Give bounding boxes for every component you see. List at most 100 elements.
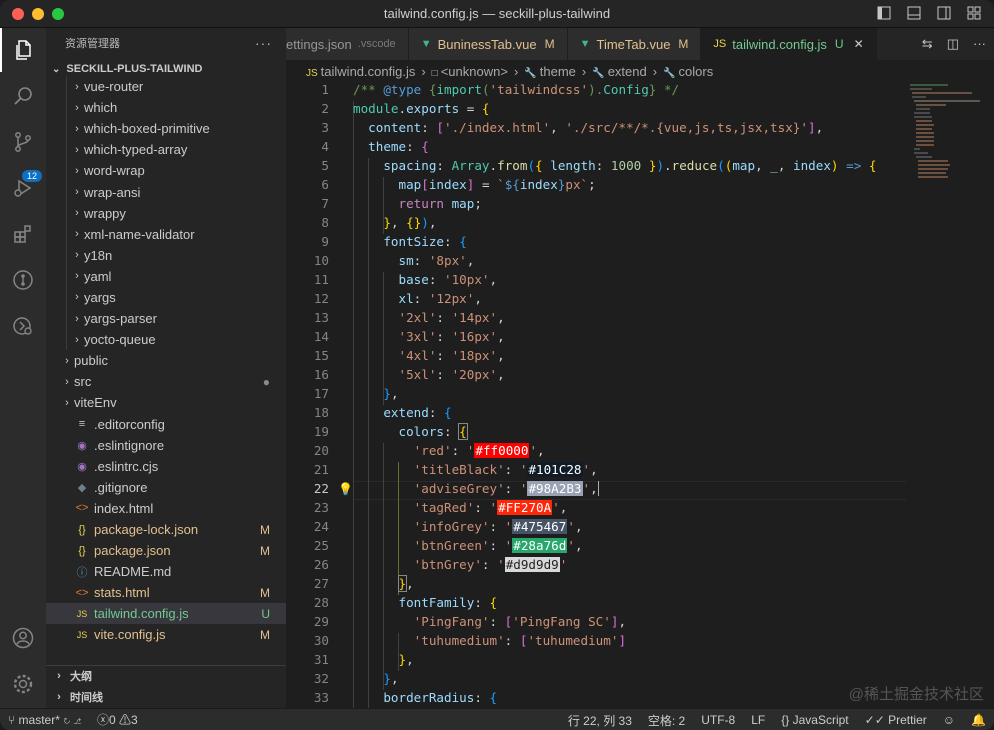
close-window-button[interactable] (12, 8, 24, 20)
minimize-window-button[interactable] (32, 8, 44, 20)
toggle-panel-icon[interactable] (906, 5, 922, 21)
file-tree-item[interactable]: › which-typed-array (46, 139, 286, 161)
settings-gear-icon[interactable] (0, 662, 46, 706)
close-tab-icon[interactable]: ✕ (854, 37, 864, 51)
code-editor[interactable]: 1 2 3 4 5 6 7 8 9 10 11 12 13 14 15 16 17 18 19 20 21 22 23 24 2… (286, 82, 906, 710)
code-line: }, (383, 386, 399, 401)
file-tree-item[interactable]: ≡ .editorconfig (46, 414, 286, 435)
chevron-right-icon: › (75, 249, 79, 262)
timeline-section[interactable]: › 时间线 (46, 687, 286, 708)
source-control-icon[interactable] (0, 120, 46, 164)
code-line: }, (383, 671, 399, 686)
file-tree-item[interactable]: › wrap-ansi (46, 181, 286, 203)
file-tree-item[interactable]: › which (46, 97, 286, 119)
file-tree-item[interactable]: › yargs (46, 286, 286, 309)
code-line: 'PingFang': ['PingFang SC'], (413, 614, 627, 629)
explorer-more-actions-icon[interactable]: ··· (255, 35, 272, 51)
color-swatch-red[interactable]: #ff0000 (474, 443, 530, 458)
breadcrumb-item[interactable]: 🔧 extend (592, 64, 647, 79)
file-tree-item[interactable]: JS vite.config.js M (46, 624, 286, 645)
file-tree-item[interactable]: › vue-router (46, 76, 286, 98)
account-icon[interactable] (0, 616, 46, 660)
editor-tab[interactable]: ettings.json .vscode (286, 28, 409, 60)
prettier-status[interactable]: ✓✓ Prettier (857, 713, 935, 727)
line-number: 24 (313, 519, 329, 534)
file-tree-item[interactable]: › which-boxed-primitive (46, 118, 286, 140)
branch-indicator[interactable]: ⑂ master* ↻ ⎇ (0, 713, 89, 727)
file-tree-item[interactable]: {} package-lock.json M (46, 519, 286, 540)
language-mode[interactable]: {} JavaScript (773, 713, 856, 727)
sync-icon[interactable]: ↻ (63, 713, 70, 727)
code-line: 'tagRed': '#FF270A', (413, 500, 568, 515)
line-number: 9 (321, 234, 329, 249)
search-icon[interactable] (0, 74, 46, 118)
file-tree-item[interactable]: › yargs-parser (46, 308, 286, 330)
outline-section[interactable]: › 大纲 (46, 666, 286, 687)
editor-tab[interactable]: JS tailwind.config.js U ✕ (701, 28, 877, 60)
breadcrumb-item[interactable]: □ <unknown> (432, 64, 508, 79)
chevron-right-icon: › (75, 186, 79, 199)
watermark: @稀土掘金技术社区 (848, 686, 984, 703)
notifications-bell-icon[interactable]: 🔔 (963, 713, 994, 727)
file-tree-item[interactable]: ◉ .eslintrc.cjs (46, 456, 286, 477)
file-tree-item[interactable]: ◉ .eslintignore (46, 435, 286, 456)
explorer-icon[interactable] (0, 28, 46, 72)
file-tree-item[interactable]: <> index.html (46, 498, 286, 519)
toggle-secondary-sidebar-icon[interactable] (936, 5, 952, 21)
split-editor-icon[interactable]: ◫ (947, 36, 959, 52)
file-tree-item[interactable]: <> stats.html M (46, 582, 286, 603)
line-number: 12 (313, 291, 329, 306)
file-tree-label: vite.config.js (94, 627, 166, 643)
file-tree-item[interactable]: {} package.json M (46, 540, 286, 561)
code-line: theme: { (368, 139, 429, 154)
file-tree-label: viteEnv (74, 395, 117, 411)
encoding[interactable]: UTF-8 (693, 713, 743, 727)
file-tree-item[interactable]: › yocto-queue (46, 329, 286, 351)
editor-tab[interactable]: ▼ TimeTab.vue M (567, 28, 702, 60)
breadcrumb-item[interactable]: 🔧 theme (524, 64, 576, 79)
editor-area: ettings.json .vscode ▼ BuninessTab.vue M ▼ Tim… (286, 28, 994, 710)
file-tree-item[interactable]: JS tailwind.config.js U (46, 603, 286, 625)
lightbulb-icon[interactable]: 💡 (338, 482, 353, 496)
color-swatch-tagred[interactable]: #FF270A (497, 500, 553, 515)
color-swatch-btngrey[interactable]: #d9d9d9 (504, 557, 560, 572)
chevron-right-icon: › (75, 333, 79, 346)
git-graph-status-icon[interactable]: ⎇ (74, 713, 81, 727)
customize-layout-icon[interactable] (966, 5, 982, 21)
problems-indicator[interactable]: ⓧ0 ⚠3 (89, 711, 146, 728)
toggle-sidebar-icon[interactable] (876, 5, 892, 21)
file-tree-item[interactable]: › wrappy (46, 202, 286, 224)
tab-label: TimeTab.vue (596, 36, 671, 52)
color-swatch-advisegrey[interactable]: #98A2B3 (527, 481, 583, 496)
git-graph-icon[interactable] (0, 258, 46, 302)
end-of-line[interactable]: LF (743, 713, 773, 727)
indentation[interactable]: 空格: 2 (640, 712, 693, 729)
file-tree-item[interactable]: ◆ .gitignore (46, 477, 286, 498)
code-line: return map; (398, 196, 482, 211)
file-tree-label: which-boxed-primitive (84, 121, 210, 137)
minimap[interactable] (906, 82, 986, 182)
file-tree-item[interactable]: ⓘ README.md (46, 561, 286, 582)
remote-icon[interactable] (0, 304, 46, 348)
run-debug-icon[interactable] (0, 166, 46, 210)
breadcrumb-item[interactable]: JS tailwind.config.js (306, 64, 415, 79)
extensions-icon[interactable] (0, 212, 46, 256)
zoom-window-button[interactable] (52, 8, 64, 20)
file-tree-item[interactable]: › viteEnv (46, 392, 286, 413)
open-changes-icon[interactable]: ⇆ (922, 36, 933, 52)
color-swatch-titleblack[interactable]: #101C28 (527, 462, 583, 477)
color-swatch-btngreen[interactable]: #28a76d (512, 538, 568, 553)
feedback-icon[interactable]: ☺ (935, 713, 963, 727)
color-swatch-infogrey[interactable]: #475467 (512, 519, 568, 534)
breadcrumb-item[interactable]: 🔧 colors (663, 64, 713, 79)
file-tree-item[interactable]: › src ● (46, 371, 286, 392)
file-type-icon: ◆ (77, 481, 87, 494)
more-actions-icon[interactable]: ··· (973, 36, 986, 52)
file-tree-item[interactable]: › y18n (46, 244, 286, 266)
file-tree-item[interactable]: › xml-name-validator (46, 223, 286, 245)
file-tree-item[interactable]: › yaml (46, 265, 286, 287)
editor-tab[interactable]: ▼ BuninessTab.vue M (408, 28, 568, 60)
file-tree-item[interactable]: › public (46, 350, 286, 371)
file-tree-item[interactable]: › word-wrap (46, 160, 286, 182)
cursor-position[interactable]: 行 22, 列 33 (560, 712, 640, 729)
